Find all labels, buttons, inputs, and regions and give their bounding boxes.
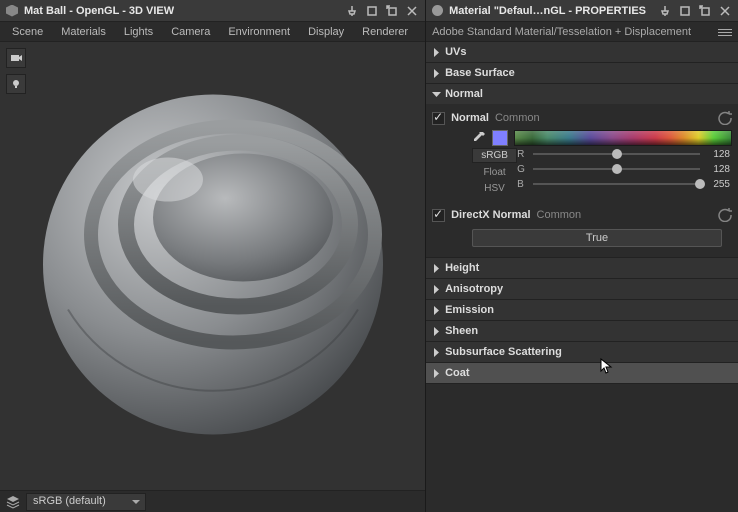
normal-checkbox[interactable] xyxy=(432,112,445,125)
material-ball-preview xyxy=(38,90,388,443)
tab-renderer[interactable]: Renderer xyxy=(354,24,416,40)
chevron-right-icon xyxy=(432,69,441,78)
cube-icon xyxy=(6,5,18,17)
color-spectrum[interactable] xyxy=(514,130,732,146)
layers-icon[interactable] xyxy=(6,495,20,509)
channel-r-label: R xyxy=(517,149,527,160)
color-swatch[interactable] xyxy=(492,130,508,146)
channel-b-label: B xyxy=(517,179,527,190)
normal-param-name: Normal xyxy=(451,112,489,124)
section-height[interactable]: Height xyxy=(426,258,738,278)
pin-icon[interactable] xyxy=(345,4,359,18)
maximize-icon[interactable] xyxy=(365,4,379,18)
shader-row: Adobe Standard Material/Tesselation + Di… xyxy=(426,22,738,42)
viewport-statusbar: sRGB (default) xyxy=(0,490,425,512)
chevron-right-icon xyxy=(432,306,441,315)
directx-true-button[interactable]: True xyxy=(472,229,722,247)
chevron-right-icon xyxy=(432,48,441,57)
slider-r[interactable] xyxy=(533,148,700,160)
mode-hsv[interactable]: HSV xyxy=(472,182,517,195)
colorspace-value: sRGB (default) xyxy=(33,495,106,507)
slider-b[interactable] xyxy=(533,178,700,190)
mode-srgb[interactable]: sRGB xyxy=(472,148,517,163)
properties-titlebar: Material "Defaul…nGL - PROPERTIES xyxy=(426,0,738,22)
light-tool-icon[interactable] xyxy=(6,74,26,94)
slider-g[interactable] xyxy=(533,163,700,175)
popout-icon[interactable] xyxy=(385,4,399,18)
section-subsurface[interactable]: Subsurface Scattering xyxy=(426,342,738,362)
reset-icon[interactable] xyxy=(718,208,732,222)
chevron-down-icon xyxy=(432,90,441,99)
chevron-right-icon xyxy=(432,285,441,294)
value-g: 128 xyxy=(706,164,730,175)
properties-body: UVs Base Surface Normal Normal Common xyxy=(426,42,738,512)
viewport-titlebar: Mat Ball - OpenGL - 3D VIEW xyxy=(0,0,425,22)
value-b: 255 xyxy=(706,179,730,190)
normal-param-sub: Common xyxy=(495,112,540,124)
channel-g-label: G xyxy=(517,164,527,175)
viewport-title: Mat Ball - OpenGL - 3D VIEW xyxy=(24,5,174,17)
pin-icon[interactable] xyxy=(658,4,672,18)
value-r: 128 xyxy=(706,149,730,160)
chevron-right-icon xyxy=(432,327,441,336)
material-icon xyxy=(432,5,443,16)
menu-icon[interactable] xyxy=(718,27,732,37)
camera-tool-icon[interactable] xyxy=(6,48,26,68)
mode-float[interactable]: Float xyxy=(472,166,517,179)
tab-environment[interactable]: Environment xyxy=(220,24,298,40)
section-sheen[interactable]: Sheen xyxy=(426,321,738,341)
directx-param-sub: Common xyxy=(537,209,582,221)
directx-normal-checkbox[interactable] xyxy=(432,209,445,222)
directx-param-name: DirectX Normal xyxy=(451,209,530,221)
tab-display[interactable]: Display xyxy=(300,24,352,40)
chevron-right-icon xyxy=(432,348,441,357)
section-emission[interactable]: Emission xyxy=(426,300,738,320)
popout-icon[interactable] xyxy=(698,4,712,18)
chevron-right-icon xyxy=(432,369,441,378)
section-coat[interactable]: Coat xyxy=(426,363,738,383)
shader-name: Adobe Standard Material/Tesselation + Di… xyxy=(432,26,691,38)
tab-camera[interactable]: Camera xyxy=(163,24,218,40)
chevron-right-icon xyxy=(432,264,441,273)
section-uvs[interactable]: UVs xyxy=(426,42,738,62)
section-anisotropy[interactable]: Anisotropy xyxy=(426,279,738,299)
maximize-icon[interactable] xyxy=(678,4,692,18)
reset-icon[interactable] xyxy=(718,111,732,125)
close-icon[interactable] xyxy=(405,4,419,18)
section-normal[interactable]: Normal xyxy=(426,84,738,104)
eyedropper-icon[interactable] xyxy=(472,131,486,145)
tab-scene[interactable]: Scene xyxy=(4,24,51,40)
viewport-tabs: Scene Materials Lights Camera Environmen… xyxy=(0,22,425,42)
viewport-3d[interactable] xyxy=(0,42,425,490)
close-icon[interactable] xyxy=(718,4,732,18)
properties-title: Material "Defaul…nGL - PROPERTIES xyxy=(449,5,646,17)
tab-materials[interactable]: Materials xyxy=(53,24,114,40)
colorspace-select[interactable]: sRGB (default) xyxy=(26,493,146,511)
tab-lights[interactable]: Lights xyxy=(116,24,161,40)
section-base-surface[interactable]: Base Surface xyxy=(426,63,738,83)
